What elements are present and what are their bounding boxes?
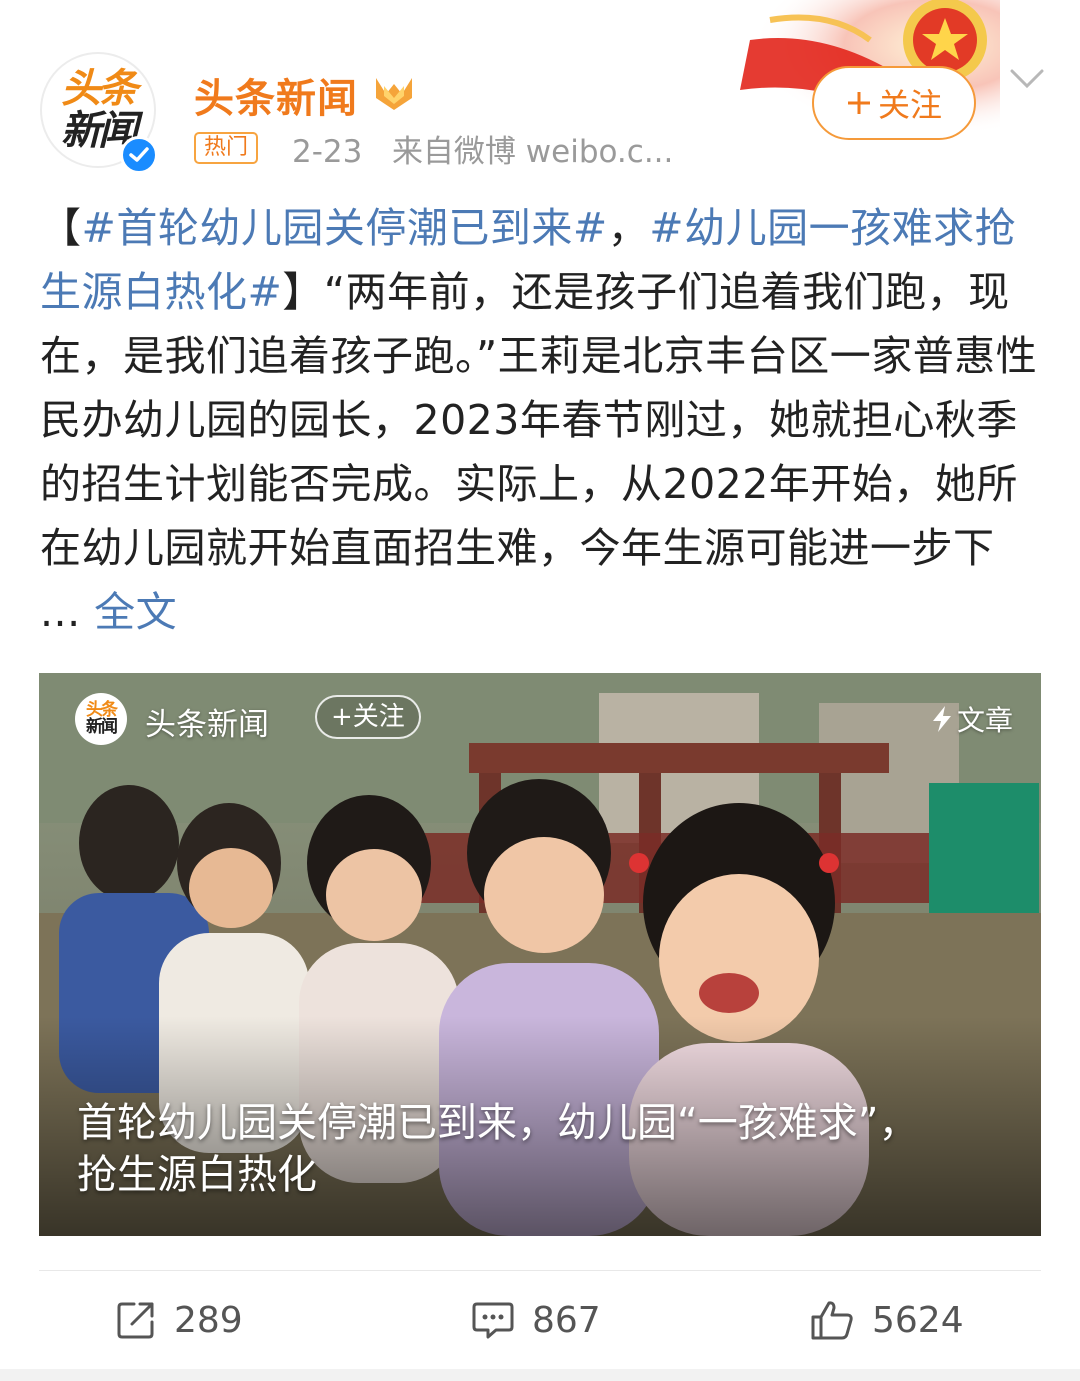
hashtag-link[interactable]: #首轮幼儿园关停潮已到来#	[82, 204, 608, 252]
post-date: 2-23	[292, 134, 363, 170]
follow-button[interactable]: 关注	[812, 66, 976, 140]
divider	[39, 1270, 1041, 1271]
medal-icon	[376, 78, 412, 110]
like-count: 5624	[872, 1299, 964, 1341]
media-type-label: 文章	[931, 699, 1013, 739]
media-account-name[interactable]: 头条新闻	[145, 699, 269, 744]
article-card[interactable]: 头条 新闻 头条新闻 +关注 文章 首轮幼儿园关停潮已到来，幼儿园“一孩难求”，…	[39, 673, 1041, 1236]
verified-icon	[120, 136, 158, 174]
comment-icon	[472, 1302, 514, 1339]
bracket-open: 【	[40, 204, 82, 252]
post-body: “两年前，还是孩子们追着我们跑，现在，是我们追着孩子跑。”王莉是北京丰台区一家普…	[40, 268, 1038, 636]
like-icon	[811, 1301, 853, 1340]
comment-button[interactable]: 867	[472, 1296, 601, 1344]
hot-badge: 热门	[194, 132, 259, 164]
like-button[interactable]: 5624	[810, 1296, 964, 1344]
media-avatar-text-bottom: 新闻	[86, 717, 118, 737]
flash-icon	[932, 706, 951, 732]
post-text: 【#首轮幼儿园关停潮已到来#，#幼儿园一孩难求抢生源白热化#】“两年前，还是孩子…	[40, 196, 1040, 644]
plus-icon	[847, 92, 870, 114]
article-title: 首轮幼儿园关停潮已到来，幼儿园“一孩难求”，抢生源白热化	[77, 1100, 919, 1198]
comment-count: 867	[532, 1299, 601, 1341]
media-avatar[interactable]: 头条 新闻	[75, 693, 127, 745]
share-icon	[117, 1302, 154, 1339]
weibo-post-card: 头条 新闻 头条新闻 热门 2-23 来自微博 weibo.c... 关注 【#…	[0, 0, 1080, 1369]
bracket-close: 】	[282, 268, 324, 316]
tag-separator: ，	[607, 204, 650, 252]
chevron-down-icon[interactable]	[1010, 68, 1044, 90]
share-button[interactable]: 289	[116, 1296, 243, 1344]
post-meta: 2-23 来自微博 weibo.c...	[292, 126, 673, 171]
media-follow-button[interactable]: +关注	[315, 695, 421, 739]
avatar-text-top: 头条	[61, 66, 138, 112]
share-count: 289	[174, 1299, 243, 1341]
username[interactable]: 头条新闻	[194, 66, 358, 124]
media-type-text: 文章	[956, 704, 1013, 737]
read-more-link[interactable]: 全文	[94, 588, 177, 636]
post-source: 来自微博 weibo.c...	[391, 134, 674, 170]
follow-label: 关注	[877, 86, 942, 124]
